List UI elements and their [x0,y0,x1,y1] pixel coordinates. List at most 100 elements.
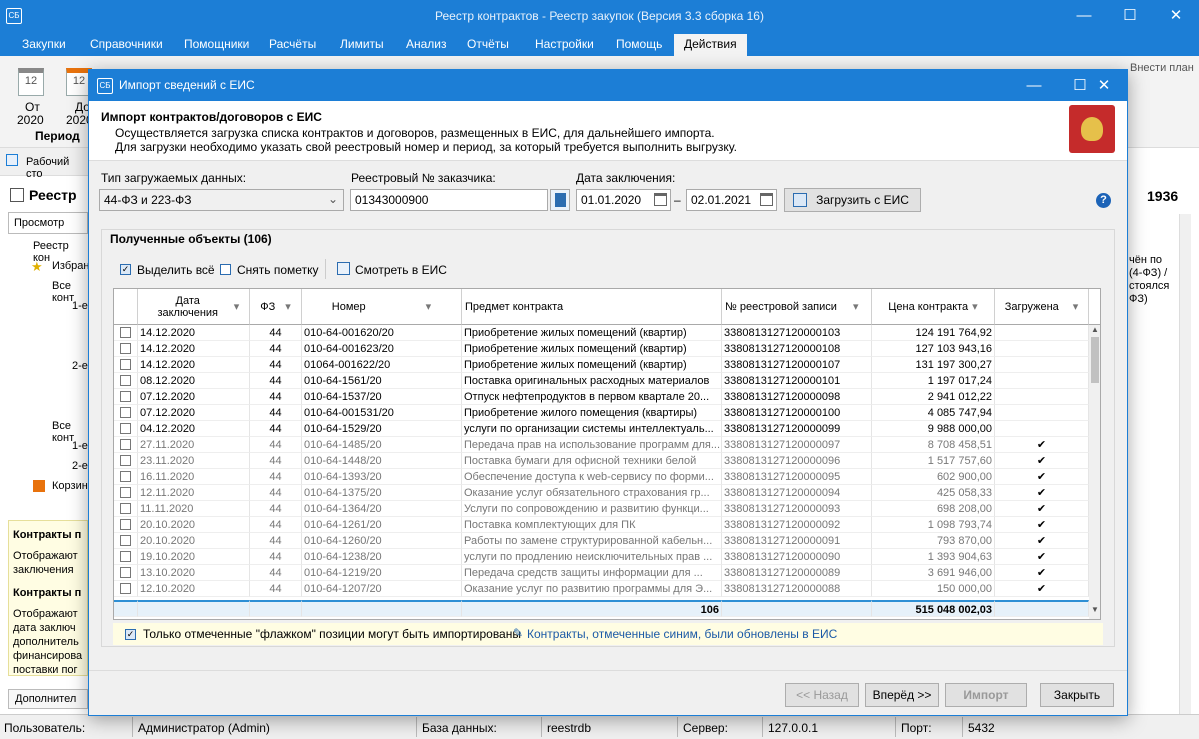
background-scrollbar[interactable] [1179,214,1191,714]
table-row[interactable]: 23.11.2020 44 010-64-1448/20 Поставка бумаг… [114,453,1089,469]
table-row[interactable]: 14.12.2020 44 010-64-001620/20 Приобретение… [114,325,1089,341]
menu-analiz[interactable]: Анализ [406,37,447,51]
status-bar: Пользователь: Администратор (Admin) База… [0,714,1199,739]
header-date[interactable]: Дата заключения ▾ [138,289,250,325]
row-checkbox[interactable] [120,375,131,386]
menu-zakupki[interactable]: Закупки [22,37,66,51]
table-row[interactable]: 20.10.2020 44 010-64-1260/20 Работы по заме… [114,533,1089,549]
calendar-icon[interactable] [654,193,667,206]
dialog-close-button[interactable]: ✕ [1081,70,1127,101]
menu-spravochniki[interactable]: Справочники [90,37,163,51]
table-row[interactable]: 14.12.2020 44 010-64-001623/20 Приобретение… [114,341,1089,357]
dialog-minimize-button[interactable]: — [1011,70,1057,101]
reg-record-cell: 3380813127120000094 [722,485,872,501]
table-row[interactable]: 08.12.2020 44 010-64-1561/20 Поставка ориги… [114,373,1089,389]
menu-pomoshch[interactable]: Помощь [616,37,662,51]
row-checkbox[interactable] [120,439,131,450]
tree-item-favorites[interactable]: Избран [52,260,89,272]
view-eis-button[interactable]: Смотреть в ЕИС [355,263,447,277]
table-row[interactable]: 13.10.2020 44 010-64-1219/20 Передача средс… [114,565,1089,581]
minimize-button[interactable]: — [1061,0,1107,32]
table-row[interactable]: 12.11.2020 44 010-64-1375/20 Оказание услуг… [114,485,1089,501]
menu-limity[interactable]: Лимиты [340,37,384,51]
table-row[interactable]: 16.11.2020 44 010-64-1393/20 Обеспечение до… [114,469,1089,485]
row-checkbox[interactable] [120,503,131,514]
calendar-icon[interactable] [760,193,773,206]
close-dialog-button[interactable]: Закрыть [1040,683,1114,707]
table-row[interactable]: 07.12.2020 44 010-64-1537/20 Отпуск нефтепр… [114,389,1089,405]
row-checkbox[interactable] [120,407,131,418]
maximize-button[interactable]: ☐ [1107,0,1153,32]
status-server-value: 127.0.0.1 [768,721,819,735]
reg-number-input[interactable]: 01343000900 [350,189,548,211]
menu-pomoshchniki[interactable]: Помощники [184,37,249,51]
row-checkbox[interactable] [120,535,131,546]
row-checkbox[interactable] [120,519,131,530]
table-row[interactable]: 04.12.2020 44 010-64-1529/20 услуги по орга… [114,421,1089,437]
row-checkbox[interactable] [120,471,131,482]
table-scrollbar[interactable]: ▲ ▼ [1089,325,1100,619]
table-row[interactable]: 14.12.2020 44 01064-001622/20 Приобретение … [114,357,1089,373]
row-checkbox[interactable] [120,551,131,562]
table-row[interactable]: 07.12.2020 44 010-64-001531/20 Приобретение… [114,405,1089,421]
header-number[interactable]: Номер ▾ [302,289,462,325]
row-checkbox[interactable] [120,423,131,434]
row-checkbox-cell [114,581,138,597]
table-row[interactable]: 20.10.2020 44 010-64-1261/20 Поставка компл… [114,517,1089,533]
tree-item-2e[interactable]: 2-е [72,360,88,372]
tree-item-1e[interactable]: 1-е [72,300,88,312]
header-subject[interactable]: Предмет контракта [462,289,722,325]
calendar-from-icon[interactable]: 12 [18,68,44,96]
number-cell: 010-64-1261/20 [302,517,462,533]
header-fz[interactable]: ФЗ ▾ [250,289,302,325]
view-label[interactable]: Просмотр [14,217,64,229]
bottom-button[interactable]: Дополнител [15,693,76,705]
select-all-button[interactable]: Выделить всё [137,263,215,277]
table-row[interactable]: 11.11.2020 44 010-64-1364/20 Услуги по сопр… [114,501,1089,517]
row-checkbox[interactable] [120,359,131,370]
row-checkbox[interactable] [120,567,131,578]
date-to-input[interactable]: 02.01.2021 [686,189,777,211]
row-checkbox[interactable] [120,455,131,466]
menu-raschety[interactable]: Расчёты [269,37,316,51]
calculator-icon[interactable] [550,189,570,211]
close-button[interactable]: ✕ [1153,0,1199,32]
table-row[interactable]: 12.10.2020 44 010-64-1207/20 Оказание услуг… [114,581,1089,597]
row-checkbox[interactable] [120,583,131,594]
header-checkbox[interactable] [114,289,138,325]
date-from-input[interactable]: 01.01.2020 [576,189,671,211]
header-reg-record[interactable]: № реестровой записи ▾ [722,289,872,325]
help-icon[interactable]: ? [1096,193,1111,208]
header-loaded[interactable]: Загружена ▾ [995,289,1089,325]
menu-nastroyki[interactable]: Настройки [535,37,594,51]
reg-record-cell: 3380813127120000096 [722,453,872,469]
table-row[interactable]: 27.11.2020 44 010-64-1485/20 Передача прав … [114,437,1089,453]
unselect-button[interactable]: Снять пометку [237,263,318,277]
scroll-up-icon[interactable]: ▲ [1089,325,1100,337]
scroll-thumb[interactable] [1091,337,1099,383]
workspace-tab[interactable]: Рабочий сто [26,156,88,180]
back-button[interactable]: << Назад [785,683,859,707]
menu-deystviya[interactable]: Действия [674,34,747,56]
fz-cell: 44 [250,421,302,437]
load-from-eis-button[interactable]: Загрузить с ЕИС [784,188,921,212]
table-total-row: 106 515 048 002,03 [114,600,1089,617]
import-button[interactable]: Импорт [945,683,1027,707]
next-button[interactable]: Вперёд >> [865,683,939,707]
tree-item-trash[interactable]: Корзин [52,480,88,492]
scroll-down-icon[interactable]: ▼ [1089,605,1100,617]
status-user-label: Пользователь: [4,721,86,735]
tree-item-1e-b[interactable]: 1-е [72,440,88,452]
header-price[interactable]: Цена контракта ▾ [872,289,995,325]
table-row[interactable]: 19.10.2020 44 010-64-1238/20 услуги по прод… [114,549,1089,565]
menu-otchety[interactable]: Отчёты [467,37,509,51]
ribbon-right-text[interactable]: Внести план [1130,62,1194,74]
type-select[interactable]: 44-ФЗ и 223-ФЗ ⌄ [99,189,344,211]
reg-record-cell: 3380813127120000100 [722,405,872,421]
tree-item-2e-b[interactable]: 2-е [72,460,88,472]
trash-icon [33,480,45,492]
row-checkbox[interactable] [120,327,131,338]
row-checkbox[interactable] [120,343,131,354]
row-checkbox[interactable] [120,391,131,402]
row-checkbox[interactable] [120,487,131,498]
